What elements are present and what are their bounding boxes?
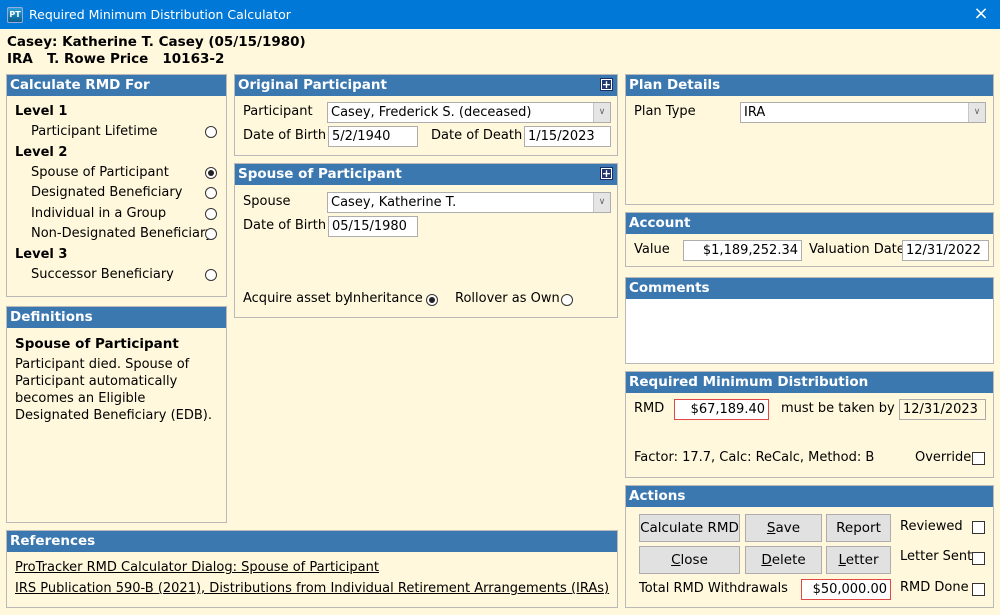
value-label: Value — [634, 242, 670, 257]
delete-button[interactable]: Delete — [745, 546, 822, 574]
radio-rollover-as-own[interactable] — [561, 294, 573, 306]
chevron-down-icon[interactable]: ∨ — [968, 103, 985, 122]
report-button[interactable]: Report — [826, 514, 891, 542]
panel-title: Calculate RMD For — [7, 75, 226, 96]
close-icon[interactable]: × — [972, 5, 990, 23]
inheritance-label: Inheritance — [349, 291, 423, 306]
comments-panel: Comments — [625, 277, 994, 364]
option-designated-beneficiary-label: Designated Beneficiary — [31, 185, 183, 200]
actions-panel: Actions Calculate RMD Save Report Close … — [625, 485, 994, 608]
radio-participant-lifetime[interactable] — [205, 126, 217, 138]
plan-type-select[interactable]: IRA ∨ — [740, 102, 986, 123]
radio-designated-beneficiary[interactable] — [205, 187, 217, 199]
comments-textarea[interactable] — [626, 299, 993, 363]
date-of-death-label: Date of Death — [431, 128, 523, 143]
app-icon: PT — [7, 6, 23, 23]
taken-by-date-field[interactable]: 12/31/2023 — [899, 399, 986, 420]
valuation-date-label: Valuation Date — [809, 242, 905, 257]
option-individual-in-group-label: Individual in a Group — [31, 206, 167, 221]
panel-title-text: Spouse of Participant — [238, 166, 402, 182]
valuation-date-field[interactable]: 12/31/2022 — [902, 240, 989, 261]
spouse-dob-field[interactable]: 05/15/1980 — [328, 216, 418, 237]
reference-link-irs-590b[interactable]: IRS Publication 590-B (2021), Distributi… — [15, 581, 609, 596]
panel-title: Required Minimum Distribution — [626, 372, 993, 393]
participant-dob-field[interactable]: 5/2/1940 — [328, 126, 418, 147]
panel-title: Spouse of Participant — [235, 164, 617, 185]
taken-by-label: must be taken by — [781, 401, 895, 416]
option-spouse-of-participant-label: Spouse of Participant — [31, 165, 169, 180]
account-header: IRA T. Rowe Price 10163-2 — [7, 51, 225, 67]
spouse-dob-label: Date of Birth — [243, 218, 327, 233]
panel-title: Comments — [626, 278, 993, 299]
radio-individual-in-group[interactable] — [205, 208, 217, 220]
expand-icon[interactable] — [600, 78, 613, 91]
option-successor-beneficiary-label: Successor Beneficiary — [31, 267, 174, 282]
level-2-label: Level 2 — [15, 145, 68, 160]
override-label: Override — [915, 450, 972, 465]
account-panel: Account Value $1,189,252.34 Valuation Da… — [625, 212, 994, 267]
factor-text: Factor: 17.7, Calc: ReCalc, Method: B — [634, 450, 875, 465]
close-button[interactable]: Close — [639, 546, 740, 574]
radio-non-designated-beneficiary[interactable] — [205, 228, 217, 240]
date-of-death-field[interactable]: 1/15/2023 — [524, 126, 611, 147]
panel-title: Account — [626, 213, 993, 234]
participant-value: Casey, Frederick S. (deceased) — [331, 105, 532, 120]
plan-type-value: IRA — [744, 105, 766, 120]
rollover-label: Rollover as Own — [455, 291, 560, 306]
spouse-value: Casey, Katherine T. — [331, 195, 457, 210]
window-title: Required Minimum Distribution Calculator — [29, 7, 291, 22]
total-withdrawals-field[interactable]: $50,000.00 — [801, 579, 891, 600]
radio-inheritance[interactable] — [426, 294, 438, 306]
references-panel: References ProTracker RMD Calculator Dia… — [6, 530, 618, 608]
total-withdrawals-label: Total RMD Withdrawals — [639, 581, 788, 596]
participant-select[interactable]: Casey, Frederick S. (deceased) ∨ — [327, 102, 611, 123]
plan-details-panel: Plan Details Plan Type IRA ∨ — [625, 74, 994, 205]
rmd-value-field[interactable]: $67,189.40 — [674, 399, 769, 420]
rmd-label: RMD — [634, 401, 665, 416]
spouse-label: Spouse — [243, 194, 291, 209]
save-button[interactable]: Save — [745, 514, 822, 542]
spouse-select[interactable]: Casey, Katherine T. ∨ — [327, 192, 611, 213]
definition-text: Participant died. Spouse of Participant … — [15, 357, 212, 423]
rmd-done-checkbox[interactable] — [972, 583, 985, 596]
letter-sent-checkbox[interactable] — [972, 552, 985, 565]
calculate-rmd-for-panel: Calculate RMD For Level 1 Participant Li… — [6, 74, 227, 297]
acquire-asset-label: Acquire asset by — [243, 291, 351, 306]
panel-title-text: Original Participant — [238, 77, 387, 93]
calculate-rmd-button[interactable]: Calculate RMD — [639, 514, 740, 542]
definition-heading: Spouse of Participant — [15, 336, 179, 352]
panel-title: Definitions — [7, 307, 226, 328]
letter-sent-label: Letter Sent — [900, 549, 973, 564]
definitions-panel: Definitions Spouse of Participant Partic… — [6, 306, 227, 523]
client-header: Casey: Katherine T. Casey (05/15/1980) — [7, 34, 306, 50]
original-participant-panel: Original Participant Participant Casey, … — [234, 74, 618, 156]
panel-title: Actions — [626, 486, 993, 507]
panel-title: References — [7, 531, 617, 552]
account-value-field[interactable]: $1,189,252.34 — [683, 240, 802, 261]
override-checkbox[interactable] — [972, 452, 985, 465]
chevron-down-icon[interactable]: ∨ — [593, 193, 610, 212]
letter-button[interactable]: Letter — [826, 546, 891, 574]
expand-icon[interactable] — [600, 167, 613, 180]
radio-spouse-of-participant[interactable] — [205, 167, 217, 179]
rmd-panel: Required Minimum Distribution RMD $67,18… — [625, 371, 994, 478]
rmd-done-label: RMD Done — [900, 580, 969, 595]
reviewed-checkbox[interactable] — [972, 521, 985, 534]
level-3-label: Level 3 — [15, 247, 68, 262]
chevron-down-icon[interactable]: ∨ — [593, 103, 610, 122]
title-bar: PT Required Minimum Distribution Calcula… — [0, 0, 1000, 29]
participant-dob-label: Date of Birth — [243, 128, 327, 143]
reviewed-label: Reviewed — [900, 519, 963, 534]
participant-label: Participant — [243, 104, 313, 119]
level-1-label: Level 1 — [15, 104, 68, 119]
option-participant-lifetime-label: Participant Lifetime — [31, 124, 158, 139]
option-non-designated-beneficiary-label: Non-Designated Beneficiary — [31, 226, 214, 241]
panel-title: Plan Details — [626, 75, 993, 96]
reference-link-protracker[interactable]: ProTracker RMD Calculator Dialog: Spouse… — [15, 560, 379, 575]
spouse-of-participant-panel: Spouse of Participant Spouse Casey, Kath… — [234, 163, 618, 318]
radio-successor-beneficiary[interactable] — [205, 269, 217, 281]
plan-type-label: Plan Type — [634, 104, 696, 119]
panel-title: Original Participant — [235, 75, 617, 96]
